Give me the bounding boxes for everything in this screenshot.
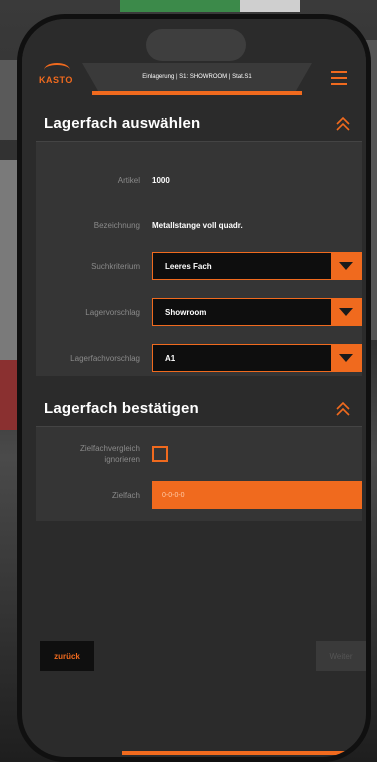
lagerfachvorschlag-value: A1 (165, 353, 176, 363)
suchkriterium-row: Suchkriterium Leeres Fach (36, 252, 362, 280)
section-title: Lagerfach bestätigen (44, 400, 199, 417)
phone-frame: KASTO Einlagerung | S1: SHOWROOM | Stat.… (17, 14, 371, 762)
zielfach-input[interactable] (152, 481, 362, 509)
ignore-compare-checkbox[interactable] (152, 446, 168, 462)
artikel-value: 1000 (152, 176, 170, 185)
confirm-bin-section: Lagerfach bestätigen Zielfachvergleich i… (36, 391, 362, 521)
back-button[interactable]: zurück (40, 641, 94, 671)
lagerfachvorschlag-select[interactable]: A1 (152, 344, 362, 372)
triangle-down-icon[interactable] (331, 299, 361, 325)
triangle-down-icon[interactable] (331, 253, 361, 279)
suchkriterium-label: Suchkriterium (91, 261, 140, 271)
lagervorschlag-label: Lagervorschlag (85, 307, 140, 317)
lagervorschlag-value: Showroom (165, 307, 207, 317)
next-button[interactable]: Weiter (316, 641, 366, 671)
suchkriterium-select[interactable]: Leeres Fach (152, 252, 362, 280)
hamburger-menu-icon[interactable] (331, 71, 347, 85)
lagervorschlag-select[interactable]: Showroom (152, 298, 362, 326)
lagervorschlag-row: Lagervorschlag Showroom (36, 298, 362, 326)
zielfach-row: Zielfach (36, 481, 362, 509)
double-chevron-up-icon[interactable] (334, 400, 352, 418)
section-header: Lagerfach bestätigen (36, 391, 362, 427)
artikel-label: Artikel (117, 176, 140, 185)
zielfachvergleich-label: Zielfachvergleich ignorieren (79, 444, 140, 464)
logo: KASTO (39, 75, 73, 85)
section-header: Lagerfach auswählen (36, 106, 362, 142)
lagerfachvorschlag-label: Lagerfachvorschlag (70, 353, 140, 363)
header-accent-bar (92, 91, 302, 95)
lagerfachvorschlag-row: Lagerfachvorschlag A1 (36, 344, 362, 372)
zielfachvergleich-row: Zielfachvergleich ignorieren (36, 443, 362, 465)
artikel-row: Artikel 1000 (36, 176, 362, 185)
bezeichnung-value: Metallstange voll quadr. (152, 221, 243, 230)
background-shelf (120, 0, 240, 12)
bottom-accent-bar (122, 751, 362, 755)
select-bin-section: Lagerfach auswählen Artikel 1000 Bezeich… (36, 106, 362, 376)
bezeichnung-row: Bezeichnung Metallstange voll quadr. (36, 221, 362, 230)
background-shelf (240, 0, 300, 12)
phone-screen: KASTO Einlagerung | S1: SHOWROOM | Stat.… (22, 19, 366, 757)
suchkriterium-value: Leeres Fach (165, 261, 212, 271)
phone-notch (146, 29, 246, 61)
section-title: Lagerfach auswählen (44, 115, 201, 132)
header-title: Einlagerung | S1: SHOWROOM | Stat.S1 (142, 74, 252, 80)
bezeichnung-label: Bezeichnung (93, 221, 140, 230)
double-chevron-up-icon[interactable] (334, 115, 352, 133)
triangle-down-icon[interactable] (331, 345, 361, 371)
zielfach-label: Zielfach (111, 490, 140, 500)
